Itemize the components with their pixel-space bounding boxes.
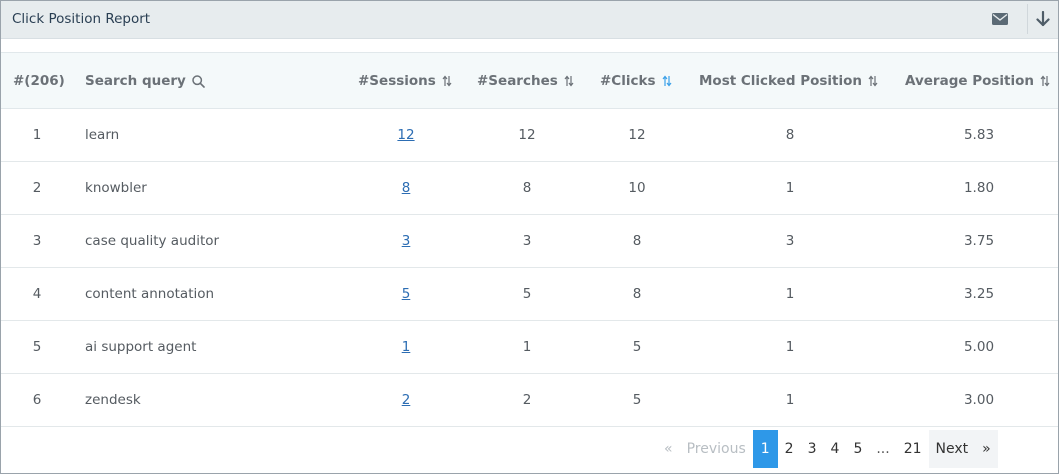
- cell-average-position: 5.00: [963, 339, 995, 355]
- page-4-button[interactable]: 4: [824, 430, 847, 468]
- cell-sessions-link[interactable]: 2: [402, 392, 411, 408]
- column-header-index-label: #(206): [13, 73, 65, 89]
- cell-sessions-link[interactable]: 8: [402, 180, 411, 196]
- table-row: 5 ai support agent 1 1 5 1 5.00: [1, 321, 1058, 374]
- first-page-button[interactable]: «: [657, 430, 680, 468]
- page-1-button[interactable]: 1: [752, 430, 778, 468]
- cell-searches: 2: [522, 392, 532, 408]
- cell-average-position: 5.83: [963, 127, 995, 143]
- cell-searches: 3: [522, 233, 532, 249]
- column-header-index: #(206): [13, 73, 65, 89]
- column-header-most-clicked-label: Most Clicked Position: [699, 73, 862, 89]
- column-header-search-query[interactable]: Search query: [85, 73, 205, 89]
- cell-index: 3: [32, 233, 42, 249]
- cell-most-clicked-position: 3: [785, 233, 795, 249]
- cell-clicks: 8: [632, 286, 642, 302]
- cell-search-query: knowbler: [85, 180, 147, 196]
- next-page-button[interactable]: Next: [928, 430, 976, 468]
- column-header-average-position-label: Average Position: [905, 73, 1035, 89]
- click-position-report-panel: Click Position Report #(206) Search quer…: [0, 0, 1059, 474]
- download-report-button[interactable]: [1027, 4, 1057, 34]
- cell-clicks: 8: [632, 233, 642, 249]
- sort-arrows-active-icon[interactable]: [662, 75, 672, 87]
- cell-most-clicked-position: 1: [785, 339, 795, 355]
- cell-average-position: 3.00: [963, 392, 995, 408]
- cell-index: 1: [32, 127, 42, 143]
- cell-searches: 1: [522, 339, 532, 355]
- cell-most-clicked-position: 1: [785, 180, 795, 196]
- cell-clicks: 12: [628, 127, 646, 143]
- cell-clicks: 10: [628, 180, 646, 196]
- column-header-average-position[interactable]: Average Position: [905, 73, 1050, 89]
- table-header-row: #(206) Search query #Sessions #Searches: [1, 52, 1058, 109]
- cell-searches: 5: [522, 286, 532, 302]
- email-report-button[interactable]: [985, 4, 1015, 34]
- column-header-most-clicked-position[interactable]: Most Clicked Position: [699, 73, 878, 89]
- cell-clicks: 5: [632, 339, 642, 355]
- sort-arrows-icon[interactable]: [442, 75, 452, 87]
- cell-index: 5: [32, 339, 42, 355]
- report-title: Click Position Report: [12, 11, 151, 27]
- report-header: Click Position Report: [1, 1, 1058, 39]
- cell-most-clicked-position: 1: [785, 286, 795, 302]
- previous-page-button[interactable]: Previous: [680, 430, 753, 468]
- page-5-button[interactable]: 5: [846, 430, 869, 468]
- cell-average-position: 1.80: [963, 180, 995, 196]
- cell-search-query: zendesk: [85, 392, 141, 408]
- cell-average-position: 3.25: [963, 286, 995, 302]
- table-row: 4 content annotation 5 5 8 1 3.25: [1, 268, 1058, 321]
- table-row: 1 learn 12 12 12 8 5.83: [1, 109, 1058, 162]
- sort-arrows-icon[interactable]: [564, 75, 574, 87]
- cell-most-clicked-position: 1: [785, 392, 795, 408]
- table-row: 6 zendesk 2 2 5 1 3.00: [1, 374, 1058, 427]
- table-row: 3 case quality auditor 3 3 8 3 3.75: [1, 215, 1058, 268]
- cell-search-query: ai support agent: [85, 339, 197, 355]
- cell-sessions-link[interactable]: 1: [402, 339, 411, 355]
- cell-search-query: case quality auditor: [85, 233, 220, 249]
- pagination: « Previous 1 2 3 4 5 ... 21 Next »: [657, 430, 998, 468]
- page-21-button[interactable]: 21: [897, 430, 929, 468]
- search-icon[interactable]: [192, 74, 205, 88]
- cell-search-query: content annotation: [85, 286, 215, 302]
- page-2-button[interactable]: 2: [778, 430, 801, 468]
- column-header-clicks-label: #Clicks: [600, 73, 656, 89]
- column-header-search-query-label: Search query: [85, 73, 186, 89]
- last-page-button[interactable]: »: [975, 430, 998, 468]
- cell-sessions-link[interactable]: 5: [402, 286, 411, 302]
- spacer: [1, 40, 1058, 52]
- column-header-sessions-label: #Sessions: [358, 73, 436, 89]
- column-header-clicks[interactable]: #Clicks: [600, 73, 672, 89]
- column-header-sessions[interactable]: #Sessions: [358, 73, 452, 89]
- cell-sessions-link[interactable]: 12: [397, 127, 414, 143]
- cell-index: 2: [32, 180, 42, 196]
- table-row: 2 knowbler 8 8 10 1 1.80: [1, 162, 1058, 215]
- column-header-searches-label: #Searches: [477, 73, 558, 89]
- cell-clicks: 5: [632, 392, 642, 408]
- cell-searches: 8: [522, 180, 532, 196]
- cell-index: 6: [32, 392, 42, 408]
- cell-average-position: 3.75: [963, 233, 995, 249]
- cell-search-query: learn: [85, 127, 120, 143]
- pagination-ellipsis: ...: [876, 441, 890, 457]
- arrow-down-icon: [1035, 11, 1050, 27]
- envelope-icon: [992, 13, 1008, 25]
- sort-arrows-icon[interactable]: [868, 75, 878, 87]
- cell-sessions-link[interactable]: 3: [402, 233, 411, 249]
- cell-searches: 12: [518, 127, 536, 143]
- sort-arrows-icon[interactable]: [1040, 75, 1050, 87]
- page-3-button[interactable]: 3: [801, 430, 824, 468]
- cell-most-clicked-position: 8: [785, 127, 795, 143]
- column-header-searches[interactable]: #Searches: [477, 73, 574, 89]
- cell-index: 4: [32, 286, 42, 302]
